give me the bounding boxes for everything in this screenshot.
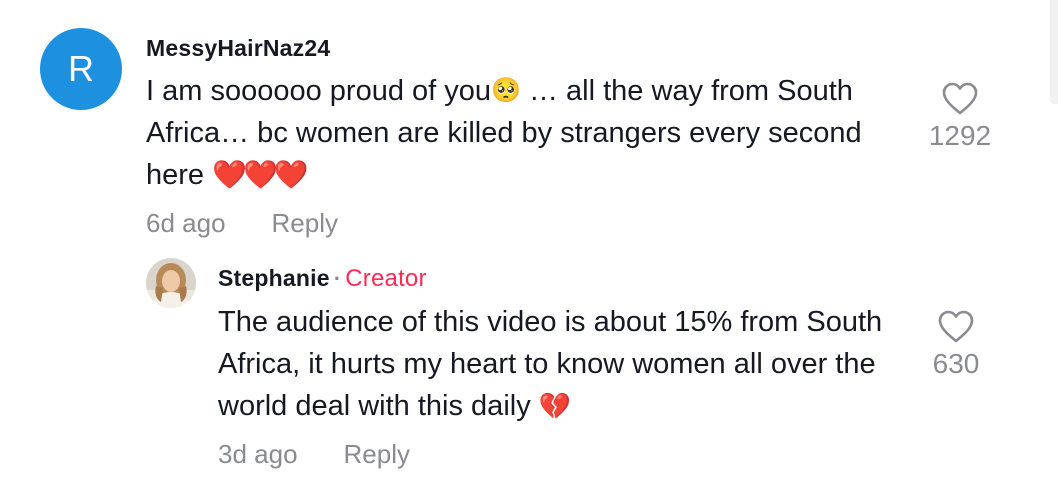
comment-meta: 6d ago Reply — [146, 208, 876, 239]
comment-text: The audience of this video is about 15% … — [218, 301, 908, 427]
heart-outline-icon[interactable] — [938, 310, 974, 344]
like-count: 630 — [932, 348, 980, 379]
separator-dot: · — [333, 266, 342, 291]
avatar-letter: R — [68, 48, 94, 89]
reply-button[interactable]: Reply — [272, 208, 338, 239]
like-count: 1292 — [928, 120, 992, 151]
reply-button[interactable]: Reply — [344, 439, 410, 470]
heart-outline-icon[interactable] — [942, 82, 978, 116]
creator-badge: Creator — [345, 265, 427, 292]
comment-header: Stephanie · Creator — [218, 264, 908, 293]
user-photo-icon — [146, 258, 196, 308]
avatar[interactable] — [146, 258, 196, 308]
comment-username[interactable]: Stephanie — [218, 265, 330, 291]
comment-text-part: I am soooooo proud of you — [146, 75, 492, 107]
avatar[interactable]: R — [40, 28, 122, 110]
comment-timestamp: 6d ago — [146, 208, 226, 238]
comment-meta: 3d ago Reply — [218, 439, 908, 470]
broken-heart-emoji: 💔 — [538, 391, 572, 421]
red-hearts-emoji: ❤️❤️❤️ — [212, 159, 309, 190]
like-button[interactable]: 1292 — [920, 82, 1000, 152]
scrollbar[interactable] — [1050, 0, 1058, 104]
like-button[interactable]: 630 — [916, 310, 996, 380]
comment-body: Stephanie · Creator The audience of this v… — [218, 264, 908, 470]
comment-body: MessyHairNaz24 I am soooooo proud of you… — [146, 34, 876, 239]
comment-text: I am soooooo proud of you🥺 … all the way… — [146, 70, 876, 196]
comment-username[interactable]: MessyHairNaz24 — [146, 34, 876, 62]
pleading-face-emoji: 🥺 — [491, 77, 521, 104]
comments-panel: R MessyHairNaz24 I am soooooo proud of y… — [0, 0, 1058, 490]
comment-timestamp: 3d ago — [218, 439, 298, 469]
